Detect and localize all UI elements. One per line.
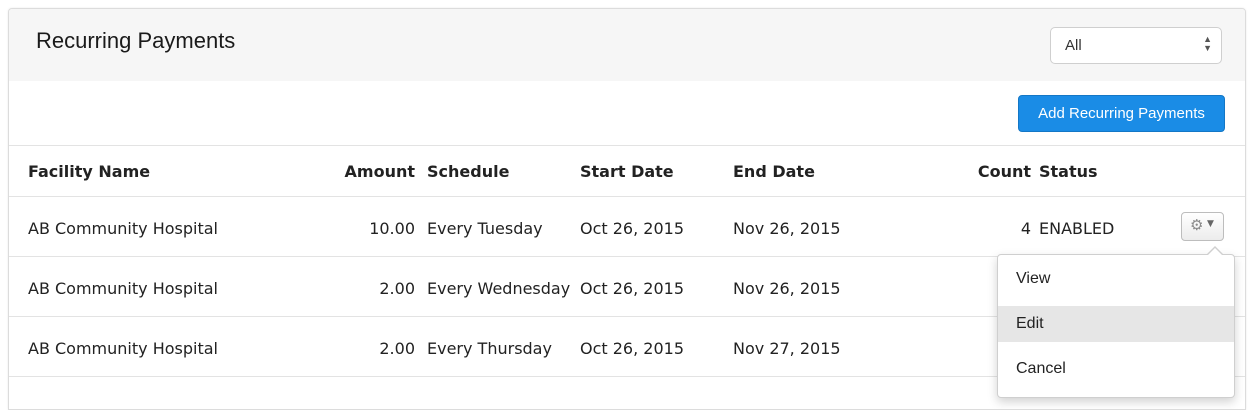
column-header-amount: Amount: [344, 162, 415, 181]
amount-cell: 10.00: [369, 219, 415, 238]
start-date-cell: Oct 26, 2015: [580, 279, 684, 298]
end-date-cell: Nov 26, 2015: [733, 279, 841, 298]
column-header-status: Status: [1039, 162, 1098, 181]
amount-cell: 2.00: [379, 279, 415, 298]
end-date-cell: Nov 27, 2015: [733, 339, 841, 358]
column-header-schedule: Schedule: [427, 162, 510, 181]
row-actions-button[interactable]: ⚙ ▼: [1181, 212, 1224, 241]
column-header-start-date: Start Date: [580, 162, 674, 181]
panel-header: Recurring Payments All ▲ ▼: [9, 9, 1245, 81]
count-cell: 4: [1020, 219, 1031, 238]
end-date-cell: Nov 26, 2015: [733, 219, 841, 238]
start-date-cell: Oct 26, 2015: [580, 339, 684, 358]
facility-cell: AB Community Hospital: [28, 219, 218, 238]
filter-select[interactable]: All ▲ ▼: [1050, 27, 1222, 64]
menu-item-edit[interactable]: Edit: [998, 306, 1234, 342]
start-date-cell: Oct 26, 2015: [580, 219, 684, 238]
status-cell: ENABLED: [1039, 219, 1115, 238]
menu-item-cancel[interactable]: Cancel: [998, 351, 1234, 387]
column-header-facility: Facility Name: [28, 162, 151, 181]
schedule-cell: Every Tuesday: [427, 219, 543, 238]
schedule-cell: Every Thursday: [427, 339, 552, 358]
facility-cell: AB Community Hospital: [28, 279, 218, 298]
facility-cell: AB Community Hospital: [28, 339, 218, 358]
recurring-payments-panel: Recurring Payments All ▲ ▼ Add Recurring …: [8, 8, 1246, 410]
schedule-cell: Every Wednesday: [427, 279, 571, 298]
amount-cell: 2.00: [379, 339, 415, 358]
page-title: Recurring Payments: [36, 28, 236, 53]
menu-item-view[interactable]: View: [998, 261, 1234, 297]
row-actions-menu: View Edit Cancel: [997, 246, 1235, 398]
column-header-count: Count: [977, 162, 1031, 181]
filter-selected-value: All: [1065, 37, 1082, 54]
add-recurring-payments-button[interactable]: Add Recurring Payments: [1018, 95, 1225, 132]
column-header-end-date: End Date: [733, 162, 815, 181]
caret-down-icon: ▼: [1207, 219, 1214, 229]
gear-icon: ⚙: [1190, 216, 1204, 234]
select-arrows-icon: ▲ ▼: [1203, 34, 1212, 53]
divider: [9, 145, 1245, 146]
divider: [9, 196, 1245, 197]
